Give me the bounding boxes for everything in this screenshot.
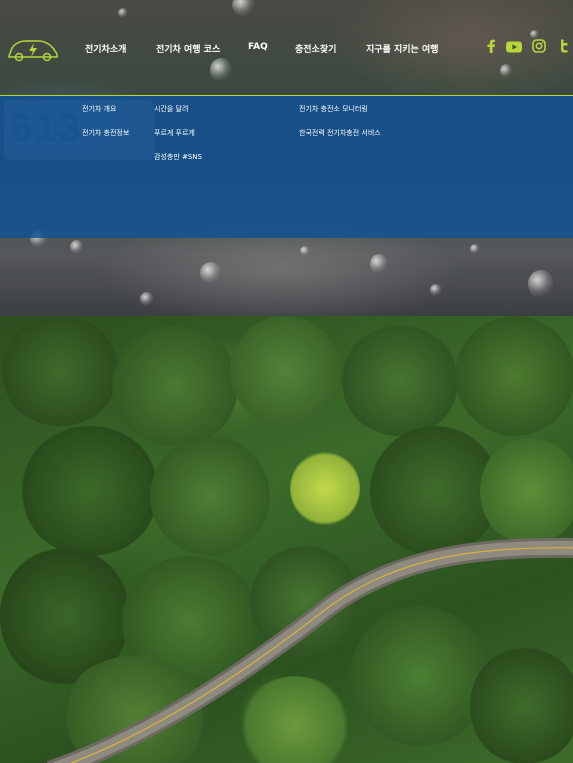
submenu-green-green[interactable]: 푸르게 푸르게: [154, 128, 195, 138]
twitter-icon[interactable]: [558, 38, 570, 57]
ev-car-logo-icon[interactable]: [6, 36, 60, 64]
nav-item-find-charger[interactable]: 충전소찾기: [295, 42, 336, 55]
nav-item-ev-intro[interactable]: 전기차소개: [85, 42, 126, 55]
submenu-charger-monitoring[interactable]: 전기차 충전소 모니터링: [299, 104, 368, 114]
winding-road: [46, 537, 573, 763]
submenu-ev-overview[interactable]: 전기차 개요: [82, 104, 116, 114]
nav-item-faq[interactable]: FAQ: [248, 42, 268, 52]
nav-item-ev-travel-course[interactable]: 전기차 여행 코스: [156, 42, 220, 55]
instagram-icon[interactable]: [532, 38, 546, 57]
submenu-kepco-charging-service[interactable]: 한국전력 전기차충전 서비스: [299, 128, 381, 138]
mega-menu-dropdown: 전기차 개요 전기차 충전정보 시간을 달려 푸르게 푸르게 감성충만 #SNS…: [0, 96, 573, 238]
nav-item-earth-travel[interactable]: 지구를 지키는 여행: [366, 42, 439, 55]
submenu-emotional-sns[interactable]: 감성충만 #SNS: [154, 152, 202, 162]
facebook-icon[interactable]: [486, 38, 496, 57]
submenu-time-drive[interactable]: 시간을 달려: [154, 104, 188, 114]
forest-road-image: [0, 316, 573, 763]
submenu-ev-charging-info[interactable]: 전기차 충전정보: [82, 128, 129, 138]
youtube-icon[interactable]: [506, 38, 522, 57]
site-header: 전기차소개 전기차 여행 코스 FAQ 충전소찾기 지구를 지키는 여행: [0, 0, 573, 96]
